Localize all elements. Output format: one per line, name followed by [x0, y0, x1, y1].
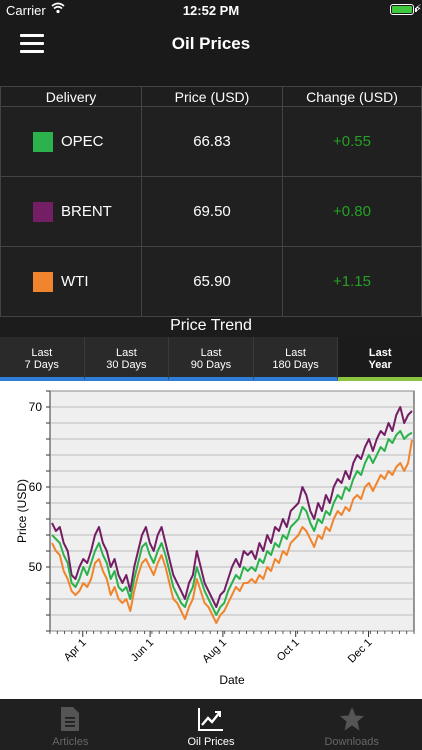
color-swatch [33, 201, 53, 222]
page-title: Oil Prices [171, 34, 251, 53]
range-tabs: Last 7 Days Last 30 Days Last 90 Days La… [0, 337, 422, 381]
x-tick-label: Aug 1 [200, 637, 229, 666]
tab-last-180-days[interactable]: Last 180 Days [253, 337, 339, 381]
price-cell: 65.90 [141, 246, 283, 317]
bottom-tab-bar: Articles Oil Prices Downloads [0, 700, 422, 750]
tab-line1: Last [368, 347, 392, 359]
x-axis-label: Date [219, 673, 245, 687]
y-axis-label: Price (USD) [15, 479, 29, 543]
tab-last-30-days[interactable]: Last 30 Days [84, 337, 170, 381]
chart-svg: 50 60 70 Apr 1 Jun 1 Aug 1 Oct 1 Dec 1 Price (U… [15, 390, 415, 687]
tab-line1: Last [200, 347, 222, 359]
tab-downloads[interactable]: Downloads [281, 700, 422, 750]
price-cell: 69.50 [141, 176, 283, 247]
tab-oil-prices[interactable]: Oil Prices [141, 700, 282, 750]
header-price: Price (USD) [141, 86, 283, 107]
tab-line2: 180 Days [272, 359, 319, 371]
y-tick-label: 70 [29, 400, 43, 414]
clock-time: 12:52 PM [182, 3, 240, 18]
delivery-name: OPEC [61, 132, 104, 150]
tab-last-90-days[interactable]: Last 90 Days [169, 337, 254, 381]
delivery-cell: WTI [0, 246, 142, 317]
tab-downloads-label: Downloads [324, 736, 379, 748]
tab-line2: 30 Days [106, 359, 147, 371]
header-delivery: Delivery [0, 86, 142, 107]
header-change: Change (USD) [282, 86, 422, 107]
delivery-cell: BRENT [0, 176, 142, 247]
y-tick-label: 60 [29, 480, 43, 494]
price-cell: 66.83 [141, 106, 283, 177]
x-tick-label: Apr 1 [62, 637, 89, 664]
price-table: Delivery Price (USD) Change (USD) OPEC 6… [0, 86, 422, 317]
tab-line2: Year [368, 359, 392, 371]
x-tick-label: Jun 1 [129, 637, 157, 665]
delivery-name: BRENT [61, 202, 112, 220]
tab-line1: Last [115, 347, 137, 359]
tab-articles-label: Articles [52, 736, 89, 748]
color-swatch [33, 271, 53, 292]
status-bar: Carrier 12:52 PM ⚡ [0, 0, 422, 22]
change-cell: +0.80 [282, 176, 422, 247]
table-row[interactable]: BRENT 69.50 +0.80 [0, 176, 422, 247]
tab-line1: Last [285, 347, 306, 359]
star-icon [281, 706, 422, 736]
tab-line2: 90 Days [190, 359, 232, 371]
tab-line1: Last [31, 347, 53, 359]
trend-title: Price Trend [170, 317, 252, 334]
y-tick-label: 50 [29, 560, 43, 574]
tab-last-year[interactable]: Last Year [338, 337, 422, 381]
tab-line2: 7 Days [24, 359, 59, 371]
change-cell: +1.15 [282, 246, 422, 317]
table-header-row: Delivery Price (USD) Change (USD) [0, 86, 422, 107]
delivery-name: WTI [61, 272, 89, 290]
tab-oil-prices-label: Oil Prices [187, 736, 235, 748]
charging-icon: ⚡ [414, 3, 422, 15]
price-trend-chart: 50 60 70 Apr 1 Jun 1 Aug 1 Oct 1 Dec 1 Price (U… [0, 381, 422, 699]
tab-last-7-days[interactable]: Last 7 Days [0, 337, 85, 381]
x-tick-label: Dec 1 [346, 637, 375, 666]
color-swatch [33, 131, 53, 152]
tab-articles[interactable]: Articles [0, 700, 141, 750]
chart-icon [141, 706, 282, 736]
delivery-cell: OPEC [0, 106, 142, 177]
change-cell: +0.55 [282, 106, 422, 177]
navigation-bar: Oil Prices [0, 22, 422, 86]
table-row[interactable]: OPEC 66.83 +0.55 [0, 106, 422, 177]
x-tick-label: Oct 1 [275, 637, 302, 664]
table-row[interactable]: WTI 65.90 +1.15 [0, 246, 422, 317]
document-icon [0, 706, 141, 736]
battery-icon [390, 4, 417, 15]
